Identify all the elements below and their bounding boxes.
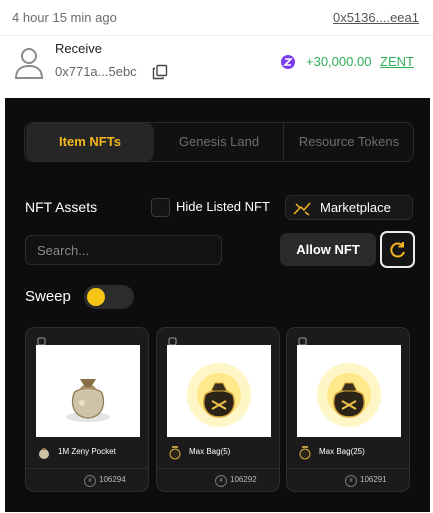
transaction-row: 4 hour 15 min ago 0x5136....eea1 Receive…	[0, 0, 433, 96]
nft-name: Max Bag(25)	[319, 447, 365, 456]
chain-badge-icon	[168, 333, 177, 346]
nft-card[interactable]: 1M Zeny Pocket # 106294	[25, 327, 149, 492]
nft-card[interactable]: Max Bag(5) # 106292	[156, 327, 280, 492]
hide-listed-label: Hide Listed NFT	[176, 199, 270, 214]
nft-id: 106294	[99, 475, 126, 484]
nft-card-footer: # 106291	[287, 468, 409, 491]
transaction-type: Receive	[55, 41, 102, 56]
asset-tabs: Item NFTs Genesis Land Resource Tokens	[24, 122, 414, 162]
nft-panel: Item NFTs Genesis Land Resource Tokens N…	[5, 98, 430, 512]
nft-card[interactable]: Max Bag(25) # 106291	[286, 327, 410, 492]
token-link[interactable]: ZENT	[380, 54, 414, 69]
tab-resource-tokens[interactable]: Resource Tokens	[284, 123, 414, 161]
transaction-hash-link[interactable]: 0x5136....eea1	[333, 10, 419, 25]
marketplace-button[interactable]: Marketplace	[285, 195, 413, 220]
nft-card-footer: # 106292	[157, 468, 279, 491]
refresh-button[interactable]	[380, 231, 415, 268]
item-bag-icon	[167, 444, 183, 460]
nft-name: 1M Zeny Pocket	[58, 447, 116, 456]
chain-badge-icon	[37, 333, 46, 346]
tab-genesis-land[interactable]: Genesis Land	[155, 123, 283, 161]
hide-listed-checkbox[interactable]	[151, 198, 170, 217]
sweep-toggle[interactable]	[84, 285, 134, 309]
allow-nft-button[interactable]: Allow NFT	[280, 233, 376, 266]
nft-id: 106292	[230, 475, 257, 484]
transaction-amount: +30,000.00	[306, 54, 372, 69]
nft-image	[297, 345, 401, 437]
nft-id-icon: #	[345, 475, 357, 487]
nft-image	[167, 345, 271, 437]
tab-item-nfts[interactable]: Item NFTs	[26, 123, 154, 161]
sweep-toggle-knob	[87, 288, 105, 306]
nft-assets-heading: NFT Assets	[25, 199, 98, 215]
nft-name: Max Bag(5)	[189, 447, 231, 456]
nft-id: 106291	[360, 475, 387, 484]
search-input[interactable]	[25, 235, 222, 265]
nft-image	[36, 345, 140, 437]
divider	[0, 35, 433, 36]
marketplace-label: Marketplace	[320, 200, 391, 215]
transaction-time: 4 hour 15 min ago	[12, 10, 117, 25]
nft-id-icon: #	[215, 475, 227, 487]
nft-card-footer: # 106294	[26, 468, 148, 491]
item-bag-icon	[297, 444, 313, 460]
sweep-label: Sweep	[25, 288, 71, 305]
chain-badge-icon	[298, 333, 307, 346]
sender-address: 0x771a...5ebc	[55, 64, 137, 79]
refresh-icon	[390, 242, 405, 258]
marketplace-icon	[293, 200, 311, 216]
user-avatar-icon	[14, 46, 44, 80]
zent-token-icon	[281, 55, 295, 69]
item-pouch-icon	[36, 444, 52, 460]
copy-icon[interactable]	[152, 64, 168, 80]
nft-id-icon: #	[84, 475, 96, 487]
